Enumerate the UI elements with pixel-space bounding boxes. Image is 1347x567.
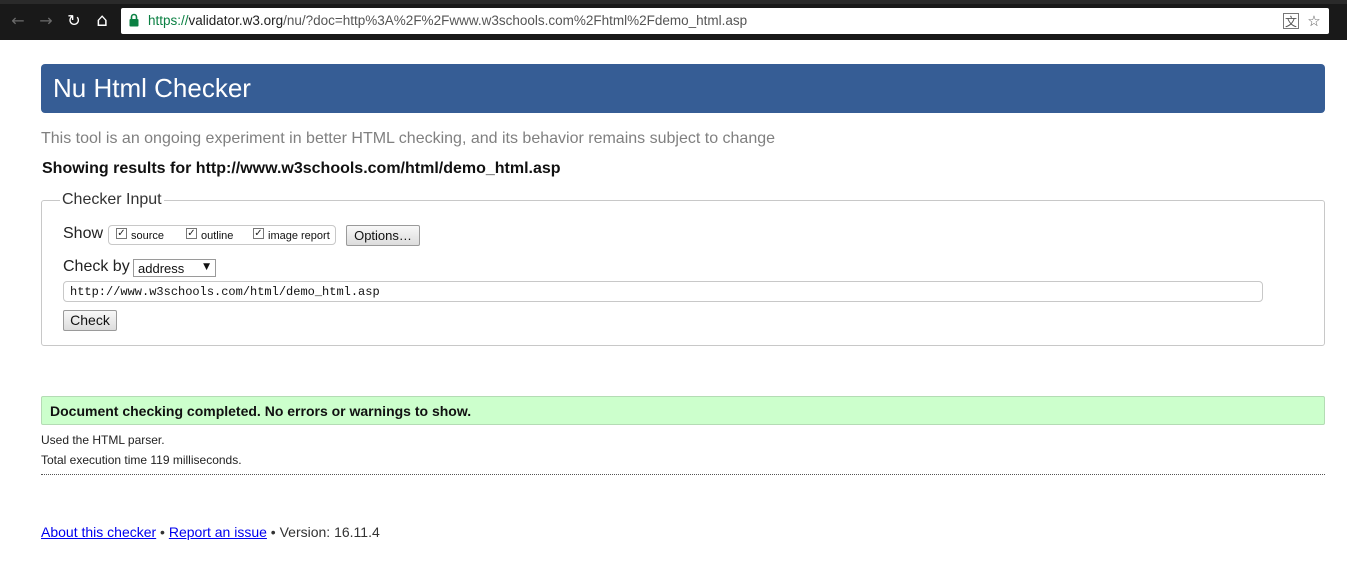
- url-host: validator.w3.org: [188, 13, 284, 28]
- browser-toolbar: ← → ↻ ⌂ https://validator.w3.org/nu/?doc…: [0, 0, 1347, 40]
- page-title: Nu Html Checker: [53, 73, 251, 103]
- source-checkbox[interactable]: ✓: [116, 228, 127, 239]
- star-icon[interactable]: ☆: [1305, 12, 1323, 30]
- show-label: Show: [63, 225, 104, 242]
- showing-results-heading: Showing results for http://www.w3schools…: [42, 160, 561, 177]
- outline-checkbox[interactable]: ✓: [186, 228, 197, 239]
- url-scheme: https://: [148, 13, 189, 28]
- home-icon[interactable]: ⌂: [91, 10, 113, 32]
- forward-icon[interactable]: →: [35, 10, 57, 32]
- version-text: • Version: 16.11.4: [266, 524, 380, 540]
- about-checker-link[interactable]: About this checker: [41, 524, 156, 540]
- reload-icon[interactable]: ↻: [63, 10, 85, 32]
- document-url-input[interactable]: http://www.w3schools.com/html/demo_html.…: [63, 281, 1263, 302]
- divider: [41, 474, 1325, 475]
- footer-separator: •: [156, 524, 169, 540]
- execution-time-note: Total execution time 119 milliseconds.: [41, 453, 242, 467]
- success-message: Document checking completed. No errors o…: [50, 403, 472, 419]
- check-by-select[interactable]: address ▼: [133, 259, 216, 277]
- header-banner: Nu Html Checker: [41, 64, 1325, 113]
- checker-input-legend: Checker Input: [62, 191, 162, 208]
- report-issue-link[interactable]: Report an issue: [169, 524, 267, 540]
- image-report-checkbox[interactable]: ✓: [253, 228, 264, 239]
- back-icon[interactable]: ←: [7, 10, 29, 32]
- checker-input-fieldset: Checker Input: [41, 191, 1325, 346]
- url-path: /nu/?doc=http%3A%2F%2Fwww.w3schools.com%…: [283, 13, 748, 28]
- dropdown-arrow-icon: ▼: [203, 262, 210, 272]
- address-bar[interactable]: https://validator.w3.org/nu/?doc=http%3A…: [121, 8, 1329, 34]
- show-options-group: ✓ source ✓ outline ✓ image report: [108, 225, 336, 245]
- lock-icon: [129, 13, 139, 27]
- tab-strip: [0, 0, 1347, 4]
- footer: About this checker • Report an issue • V…: [41, 524, 380, 540]
- image-report-checkbox-label[interactable]: image report: [268, 230, 330, 242]
- options-button[interactable]: Options…: [346, 225, 420, 246]
- success-message-box: Document checking completed. No errors o…: [41, 396, 1325, 425]
- parser-note: Used the HTML parser.: [41, 433, 165, 447]
- check-button[interactable]: Check: [63, 310, 117, 331]
- document-url-value: http://www.w3schools.com/html/demo_html.…: [70, 285, 380, 299]
- translate-icon[interactable]: 文: [1283, 13, 1299, 29]
- outline-checkbox-label[interactable]: outline: [201, 230, 233, 242]
- address-bar-url: https://validator.w3.org/nu/?doc=http%3A…: [148, 13, 747, 28]
- check-by-value: address: [138, 261, 185, 276]
- source-checkbox-label[interactable]: source: [131, 230, 164, 242]
- intro-text: This tool is an ongoing experiment in be…: [41, 130, 776, 147]
- check-by-label: Check by: [63, 258, 130, 275]
